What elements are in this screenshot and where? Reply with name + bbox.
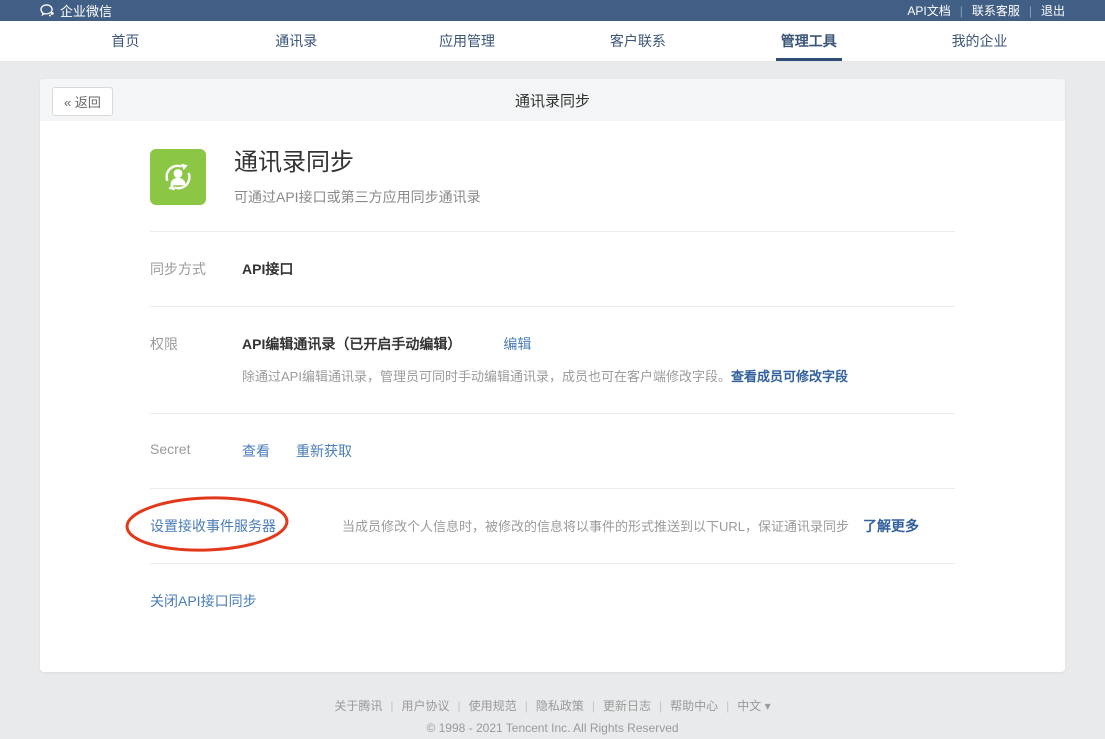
- nav-item-admin-tools[interactable]: 管理工具: [723, 21, 894, 61]
- view-secret-link[interactable]: 查看: [242, 441, 270, 461]
- topbar: 企业微信 API文档 联系客服 退出: [0, 0, 1105, 21]
- contact-support-link[interactable]: 联系客服: [972, 2, 1041, 19]
- secret-row: Secret 查看 重新获取: [150, 413, 955, 488]
- permission-label: 权限: [150, 334, 242, 354]
- permission-desc: 除通过API编辑通讯录，管理员可同时手动编辑通讯录，成员也可在客户端修改字段。查…: [242, 367, 955, 387]
- sync-method-row: 同步方式 API接口: [150, 231, 955, 306]
- permission-row: 权限 API编辑通讯录（已开启手动编辑） 编辑 除通过API编辑通讯录，管理员可…: [150, 306, 955, 414]
- sync-method-label: 同步方式: [150, 259, 242, 279]
- nav-item-my-company[interactable]: 我的企业: [894, 21, 1065, 61]
- app-intro: 通讯录同步 可通过API接口或第三方应用同步通讯录: [150, 147, 955, 231]
- set-event-server-link[interactable]: 设置接收事件服务器: [150, 516, 276, 536]
- nav-item-customers[interactable]: 客户联系: [552, 21, 723, 61]
- panel-header: « 返回 通讯录同步: [40, 79, 1065, 121]
- close-sync-row: 关闭API接口同步: [150, 563, 955, 638]
- footer-link-changelog[interactable]: 更新日志: [603, 699, 670, 713]
- footer-link-help[interactable]: 帮助中心: [670, 699, 737, 713]
- footer-link-rules[interactable]: 使用规范: [469, 699, 536, 713]
- logout-link[interactable]: 退出: [1041, 2, 1065, 19]
- page-title: 通讯录同步: [515, 90, 590, 111]
- contact-sync-icon: [150, 149, 206, 205]
- nav-item-contacts[interactable]: 通讯录: [211, 21, 382, 61]
- language-selector[interactable]: 中文 ▾: [737, 699, 770, 713]
- app-subtitle: 可通过API接口或第三方应用同步通讯录: [234, 187, 481, 207]
- wework-logo: 企业微信: [40, 1, 112, 20]
- api-docs-link[interactable]: API文档: [907, 2, 971, 19]
- back-button[interactable]: « 返回: [52, 87, 113, 116]
- secret-label: Secret: [150, 441, 242, 457]
- permission-value: API编辑通讯录（已开启手动编辑）: [242, 334, 461, 354]
- topbar-links: API文档 联系客服 退出: [907, 2, 1065, 19]
- footer-link-agreement[interactable]: 用户协议: [402, 699, 469, 713]
- app-title: 通讯录同步: [234, 149, 481, 178]
- main-nav: 首页 通讯录 应用管理 客户联系 管理工具 我的企业: [0, 21, 1105, 62]
- app-texts: 通讯录同步 可通过API接口或第三方应用同步通讯录: [234, 149, 481, 207]
- nav-item-home[interactable]: 首页: [40, 21, 211, 61]
- view-editable-fields-link[interactable]: 查看成员可修改字段: [731, 369, 848, 384]
- copyright: © 1998 - 2021 Tencent Inc. All Rights Re…: [0, 718, 1105, 739]
- logo-text: 企业微信: [60, 1, 112, 20]
- permission-desc-text: 除通过API编辑通讯录，管理员可同时手动编辑通讯录，成员也可在客户端修改字段。: [242, 369, 731, 384]
- regenerate-secret-link[interactable]: 重新获取: [296, 441, 352, 461]
- footer: 关于腾讯用户协议使用规范隐私政策更新日志帮助中心中文 ▾ © 1998 - 20…: [0, 696, 1105, 739]
- contact-sync-panel: « 返回 通讯录同步 通讯录同步 可通过API接口或第三方应用: [40, 79, 1065, 672]
- close-api-sync-link[interactable]: 关闭API接口同步: [150, 591, 257, 611]
- panel-body: 通讯录同步 可通过API接口或第三方应用同步通讯录 同步方式 API接口 权限 …: [40, 121, 1065, 672]
- footer-links: 关于腾讯用户协议使用规范隐私政策更新日志帮助中心中文 ▾: [0, 696, 1105, 718]
- event-server-row: 设置接收事件服务器 当成员修改个人信息时，被修改的信息将以事件的形式推送到以下U…: [150, 488, 955, 563]
- nav-item-apps[interactable]: 应用管理: [382, 21, 553, 61]
- event-server-desc: 当成员修改个人信息时，被修改的信息将以事件的形式推送到以下URL，保证通讯录同步: [342, 516, 849, 535]
- chat-bubble-icon: [40, 4, 55, 17]
- sync-method-value: API接口: [242, 261, 293, 277]
- footer-link-about[interactable]: 关于腾讯: [334, 699, 401, 713]
- edit-permission-link[interactable]: 编辑: [503, 334, 531, 354]
- learn-more-link[interactable]: 了解更多: [863, 516, 919, 536]
- footer-link-privacy[interactable]: 隐私政策: [536, 699, 603, 713]
